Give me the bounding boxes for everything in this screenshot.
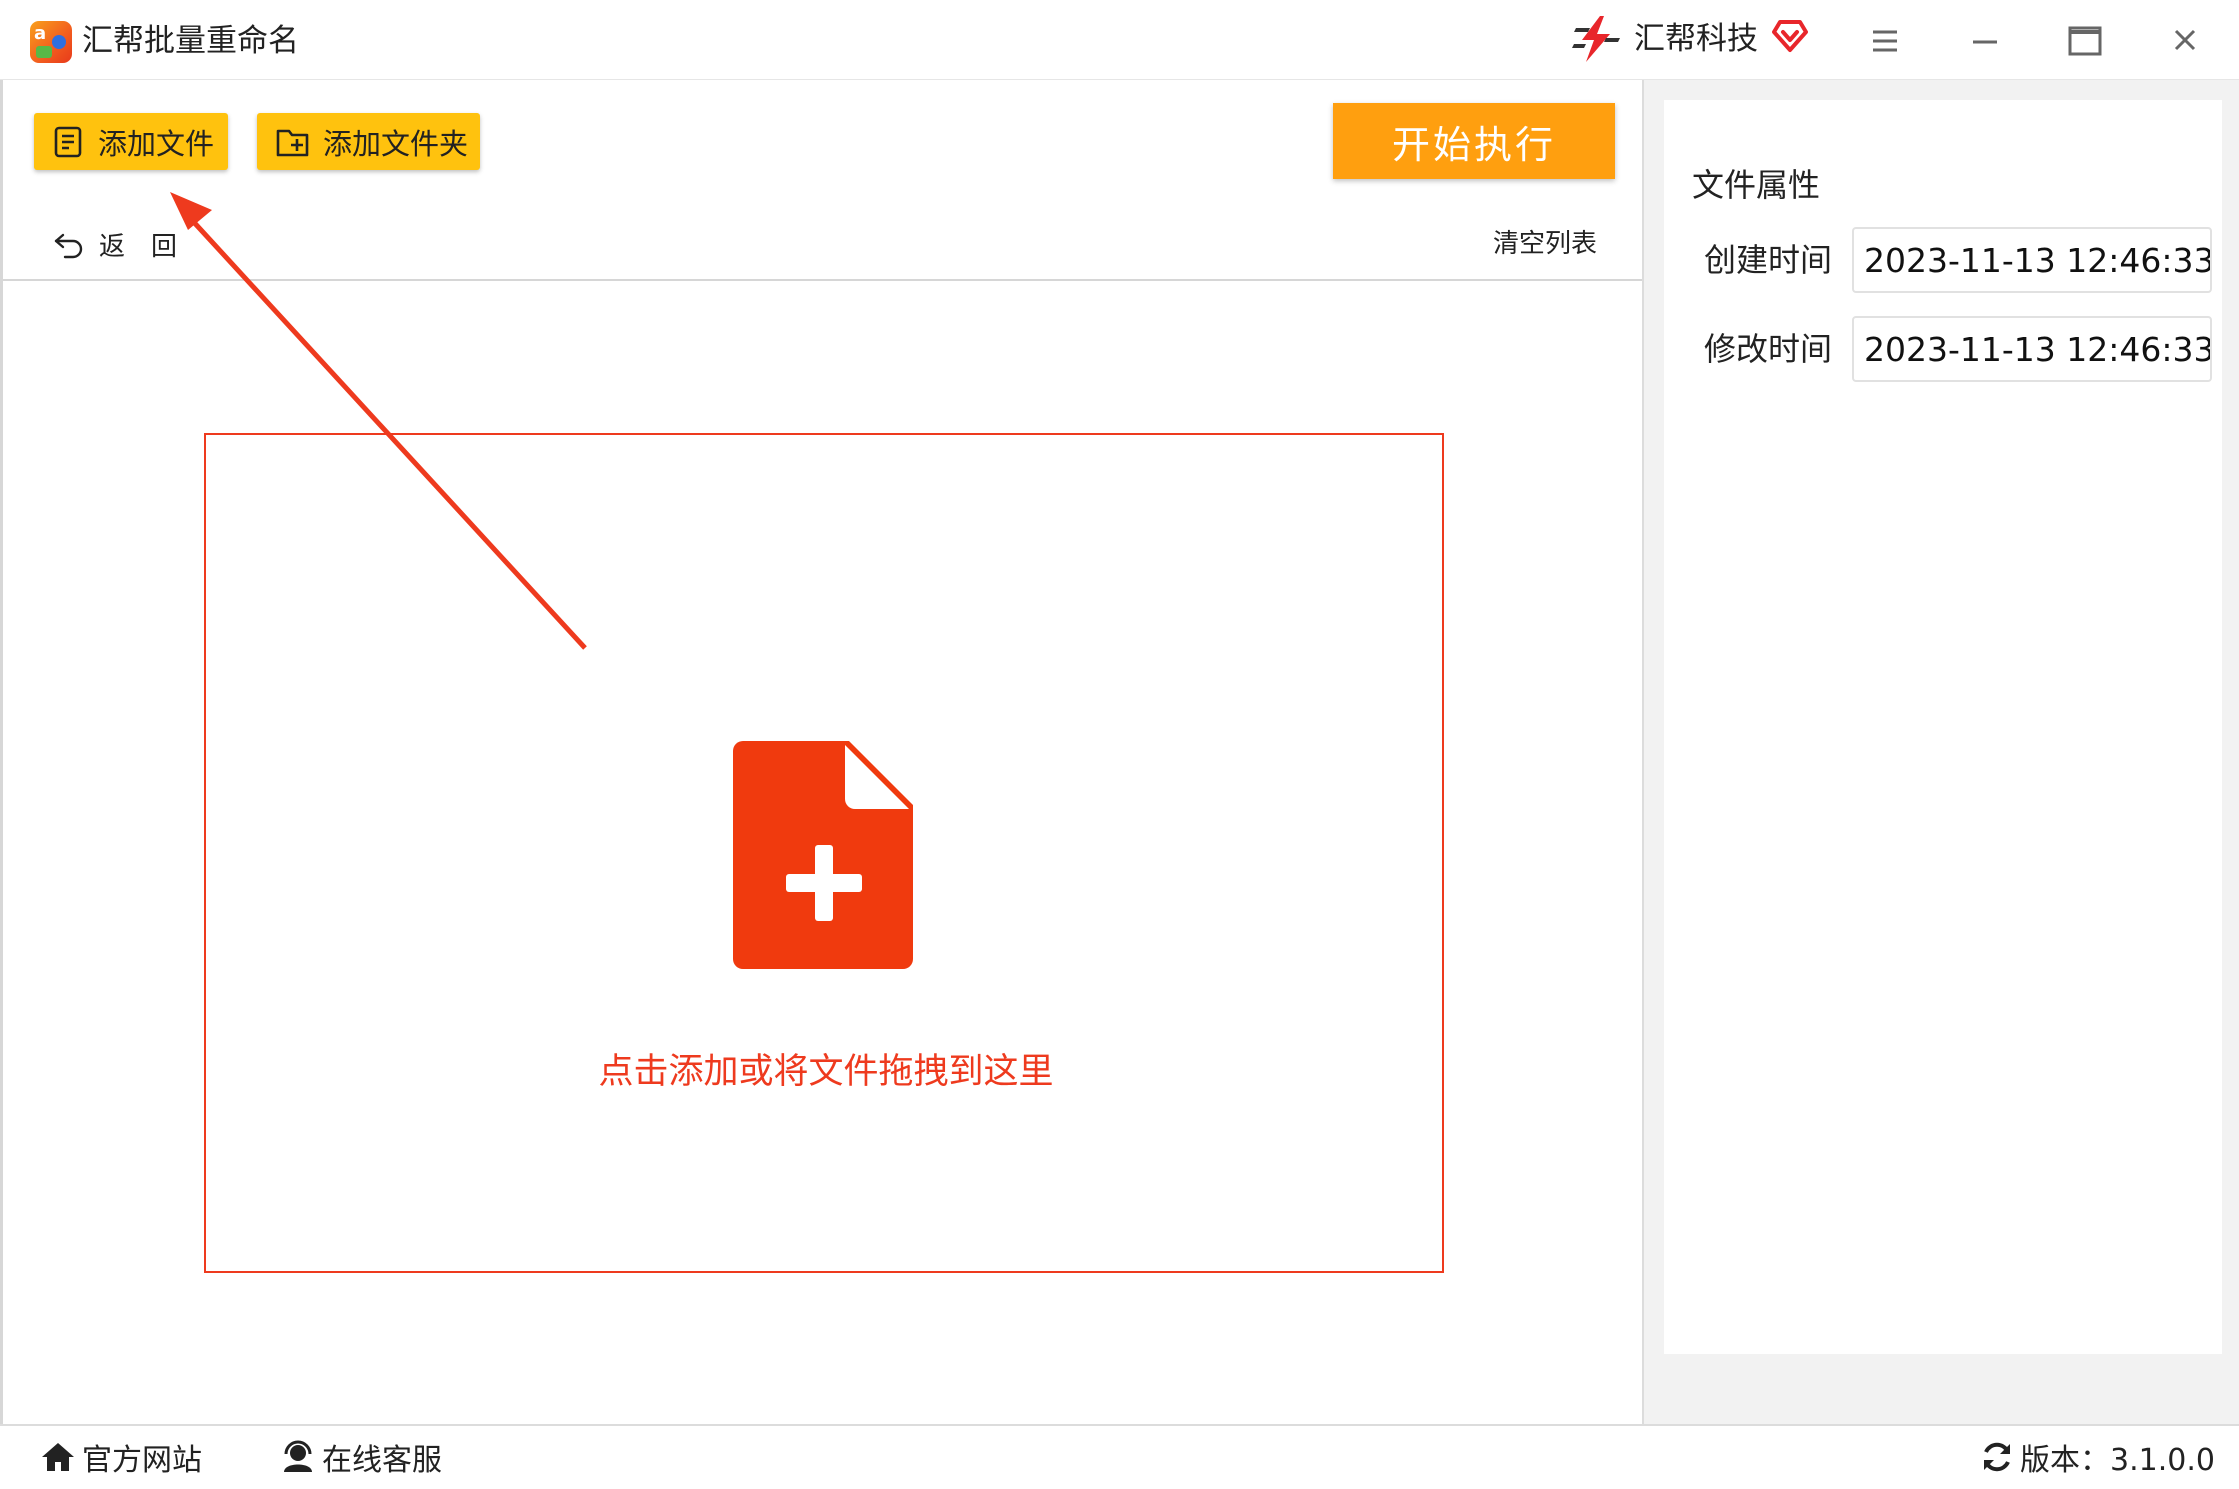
version-label: 版本：3.1.0.0: [2020, 1443, 2215, 1478]
maximize-icon[interactable]: [2055, 12, 2115, 68]
hamburger-menu-icon[interactable]: [1855, 12, 1915, 68]
modified-time-field[interactable]: [1852, 316, 2212, 382]
back-button[interactable]: 返回: [53, 222, 203, 266]
add-folder-label: 添加文件夹: [323, 126, 469, 161]
version-info[interactable]: 版本：3.1.0.0: [1980, 1434, 2215, 1480]
clear-list-button[interactable]: 清空列表: [1493, 222, 1597, 266]
title-bar: a 汇帮批量重命名 汇帮科技: [0, 0, 2239, 80]
created-time-label: 创建时间: [1704, 241, 1833, 279]
start-button[interactable]: 开始执行: [1333, 103, 1615, 179]
add-file-label: 添加文件: [98, 126, 215, 161]
online-support-link[interactable]: 在线客服: [280, 1434, 442, 1480]
drop-hint: 点击添加或将文件拖拽到这里: [598, 1052, 1054, 1092]
add-file-button[interactable]: 添加文件: [34, 113, 228, 170]
refresh-icon: [1984, 1442, 2010, 1472]
home-icon: [42, 1443, 74, 1471]
file-list-panel: 添加文件 添加文件夹 开始执行 返回 清空列表 点击添加或将文件拖拽到这里: [0, 80, 1645, 1424]
properties-card: 文件属性 创建时间 修改时间: [1664, 100, 2222, 1354]
app-title: 汇帮批量重命名: [82, 23, 299, 59]
lightning-h-icon: [1572, 16, 1620, 62]
headset-user-icon: [284, 1440, 312, 1472]
drop-zone[interactable]: 点击添加或将文件拖拽到这里: [204, 433, 1444, 1273]
undo-arrow-icon: [54, 233, 83, 259]
divider: [3, 279, 1645, 281]
close-icon[interactable]: [2155, 12, 2215, 68]
brand-name: 汇帮科技: [1634, 21, 1758, 57]
folder-plus-icon: [276, 129, 309, 156]
status-bar: 官方网站 在线客服 版本：3.1.0.0: [0, 1424, 2239, 1489]
file-list-icon: [54, 126, 82, 157]
file-plus-icon: [733, 741, 913, 969]
minimize-icon[interactable]: [1955, 12, 2015, 68]
app-logo-icon: a: [30, 21, 72, 63]
created-time-field[interactable]: [1852, 227, 2212, 293]
properties-title: 文件属性: [1692, 166, 1821, 204]
official-website-link[interactable]: 官方网站: [40, 1434, 202, 1480]
official-website-label: 官方网站: [82, 1443, 202, 1478]
add-folder-button[interactable]: 添加文件夹: [257, 113, 480, 170]
online-support-label: 在线客服: [322, 1443, 442, 1478]
back-label: 返回: [99, 231, 204, 262]
modified-time-label: 修改时间: [1704, 330, 1833, 368]
file-properties-panel: 文件属性 创建时间 修改时间: [1642, 80, 2239, 1424]
vip-heart-icon[interactable]: [1770, 16, 1810, 56]
